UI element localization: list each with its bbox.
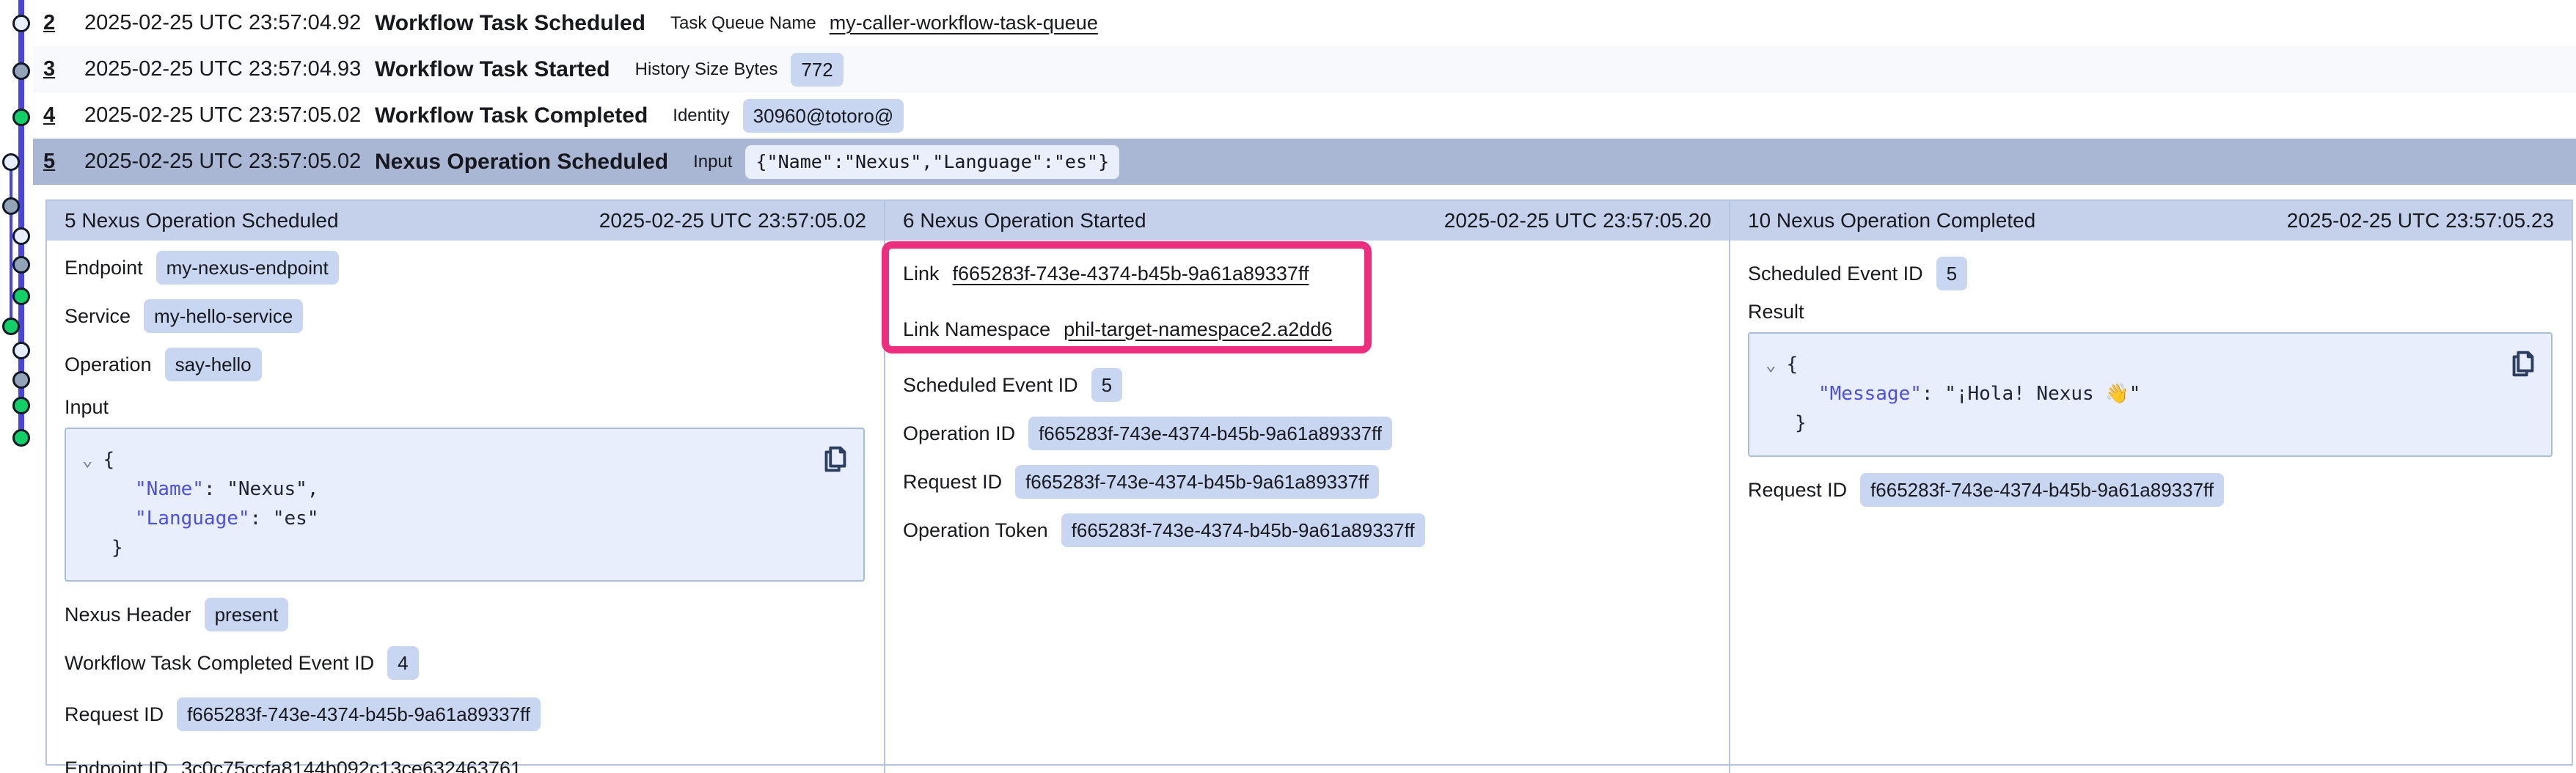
event-group-panels: 5 Nexus Operation Scheduled 2025-02-25 U… <box>45 199 2573 766</box>
field-scheduled-event-id: Scheduled Event ID 5 <box>1748 257 2553 290</box>
event-marker[interactable] <box>2 318 20 335</box>
endpoint-value: my-nexus-endpoint <box>156 251 339 285</box>
task-queue-link[interactable]: my-caller-workflow-task-queue <box>830 12 1098 34</box>
event-marker[interactable] <box>12 62 30 80</box>
panel-nexus-operation-scheduled: 5 Nexus Operation Scheduled 2025-02-25 U… <box>47 201 885 773</box>
panel-header: 5 Nexus Operation Scheduled 2025-02-25 U… <box>47 201 884 241</box>
result-codeblock: { "Message": "¡Hola! Nexus 👋" } <box>1748 332 2553 457</box>
input-label: Input <box>65 396 865 419</box>
input-codeblock: { "Name": "Nexus", "Language": "es" } <box>65 428 865 582</box>
wtc-event-id-value: 4 <box>387 646 418 680</box>
field-endpoint-id: Endpoint ID 3c0c75ccfa8144b092c13ce63246… <box>65 752 865 773</box>
event-marker[interactable] <box>12 397 30 414</box>
event-id-link[interactable]: 4 <box>43 103 67 128</box>
collapse-chevron-icon[interactable] <box>1761 353 1786 375</box>
event-detail-label: Task Queue Name <box>670 13 816 34</box>
event-marker[interactable] <box>12 227 30 245</box>
collapse-chevron-icon[interactable] <box>78 449 103 471</box>
panel-title: 10 Nexus Operation Completed <box>1748 209 2035 232</box>
event-detail-value: 772 <box>791 53 843 87</box>
event-marker[interactable] <box>12 15 30 32</box>
field-service: Service my-hello-service <box>65 299 865 333</box>
field-request-id: Request ID f665283f-743e-4374-b45b-9a61a… <box>1748 473 2553 507</box>
link-value-link[interactable]: f665283f-743e-4374-b45b-9a61a89337ff <box>953 263 1309 285</box>
operation-id-value: f665283f-743e-4374-b45b-9a61a89337ff <box>1028 417 1392 450</box>
field-link: Link f665283f-743e-4374-b45b-9a61a89337f… <box>903 257 1710 290</box>
event-rows: 2 2025-02-25 UTC 23:57:04.92 Workflow Ta… <box>33 0 2576 185</box>
panel-nexus-operation-started: 6 Nexus Operation Started 2025-02-25 UTC… <box>885 201 1730 773</box>
copy-icon <box>2506 347 2539 381</box>
timeline-branch-line <box>10 162 12 328</box>
panel-header: 10 Nexus Operation Completed 2025-02-25 … <box>1730 201 2572 241</box>
field-operation-id: Operation ID f665283f-743e-4374-b45b-9a6… <box>903 417 1710 450</box>
panel-header: 6 Nexus Operation Started 2025-02-25 UTC… <box>885 201 1729 241</box>
event-marker[interactable] <box>12 256 30 274</box>
result-label: Result <box>1748 301 2553 323</box>
event-marker[interactable] <box>12 342 30 359</box>
event-name: Workflow Task Started <box>375 57 610 82</box>
event-time: 2025-02-25 UTC 23:57:05.02 <box>84 103 375 128</box>
event-marker[interactable] <box>12 287 30 305</box>
copy-icon <box>818 442 852 476</box>
event-row-3[interactable]: 3 2025-02-25 UTC 23:57:04.93 Workflow Ta… <box>33 46 2576 92</box>
event-name: Workflow Task Scheduled <box>375 11 645 36</box>
field-request-id: Request ID f665283f-743e-4374-b45b-9a61a… <box>65 697 865 731</box>
event-id-link[interactable]: 5 <box>43 150 67 174</box>
event-detail-label: Identity <box>673 106 729 126</box>
event-row-5-selected[interactable]: 5 2025-02-25 UTC 23:57:05.02 Nexus Opera… <box>33 139 2576 185</box>
panel-title: 6 Nexus Operation Started <box>903 209 1146 232</box>
event-row-2[interactable]: 2 2025-02-25 UTC 23:57:04.92 Workflow Ta… <box>33 0 2576 46</box>
scheduled-event-id-value: 5 <box>1091 368 1122 402</box>
nexus-header-value: present <box>205 598 289 631</box>
event-name: Workflow Task Completed <box>375 103 648 128</box>
panel-nexus-operation-completed: 10 Nexus Operation Completed 2025-02-25 … <box>1730 201 2572 773</box>
event-marker[interactable] <box>2 197 20 215</box>
event-id-link[interactable]: 3 <box>43 57 67 81</box>
field-link-namespace: Link Namespace phil-target-namespace2.a2… <box>903 312 1710 346</box>
scheduled-event-id-value: 5 <box>1936 257 1967 290</box>
event-time: 2025-02-25 UTC 23:57:05.02 <box>84 150 375 174</box>
event-detail-label: History Size Bytes <box>635 59 778 80</box>
operation-token-value: f665283f-743e-4374-b45b-9a61a89337ff <box>1061 513 1425 547</box>
event-marker[interactable] <box>2 153 20 171</box>
field-request-id: Request ID f665283f-743e-4374-b45b-9a61a… <box>903 465 1710 499</box>
field-endpoint: Endpoint my-nexus-endpoint <box>65 251 865 285</box>
field-workflow-task-completed-event-id: Workflow Task Completed Event ID 4 <box>65 646 865 680</box>
event-id-link[interactable]: 2 <box>43 11 67 35</box>
panel-timestamp: 2025-02-25 UTC 23:57:05.02 <box>599 209 866 232</box>
field-scheduled-event-id: Scheduled Event ID 5 <box>903 368 1710 402</box>
panel-timestamp: 2025-02-25 UTC 23:57:05.23 <box>2287 209 2554 232</box>
event-time: 2025-02-25 UTC 23:57:04.93 <box>84 57 375 81</box>
copy-button[interactable] <box>2506 347 2539 381</box>
event-history-view: 2 2025-02-25 UTC 23:57:04.92 Workflow Ta… <box>0 0 2576 773</box>
panel-timestamp: 2025-02-25 UTC 23:57:05.20 <box>1444 209 1711 232</box>
copy-button[interactable] <box>818 442 852 476</box>
event-marker[interactable] <box>12 429 30 447</box>
event-detail-value: {"Name":"Nexus","Language":"es"} <box>745 145 1119 179</box>
event-detail-value: 30960@totoro@ <box>743 99 904 133</box>
request-id-value: f665283f-743e-4374-b45b-9a61a89337ff <box>1015 465 1379 499</box>
link-namespace-link[interactable]: phil-target-namespace2.a2dd6 <box>1064 318 1332 341</box>
event-marker[interactable] <box>12 109 30 126</box>
event-time: 2025-02-25 UTC 23:57:04.92 <box>84 11 375 35</box>
request-id-value: f665283f-743e-4374-b45b-9a61a89337ff <box>177 697 541 731</box>
event-name: Nexus Operation Scheduled <box>375 150 668 175</box>
event-row-4[interactable]: 4 2025-02-25 UTC 23:57:05.02 Workflow Ta… <box>33 92 2576 139</box>
request-id-value: f665283f-743e-4374-b45b-9a61a89337ff <box>1860 473 2224 507</box>
event-detail-label: Input <box>693 152 732 172</box>
field-nexus-header: Nexus Header present <box>65 598 865 631</box>
service-value: my-hello-service <box>144 299 303 333</box>
field-operation: Operation say-hello <box>65 348 865 381</box>
panel-title: 5 Nexus Operation Scheduled <box>65 209 339 232</box>
event-marker[interactable] <box>12 371 30 389</box>
field-operation-token: Operation Token f665283f-743e-4374-b45b-… <box>903 513 1710 547</box>
operation-value: say-hello <box>165 348 262 381</box>
endpoint-id-link[interactable]: 3c0c75ccfa8144b092c13ce632463761 <box>181 758 522 773</box>
